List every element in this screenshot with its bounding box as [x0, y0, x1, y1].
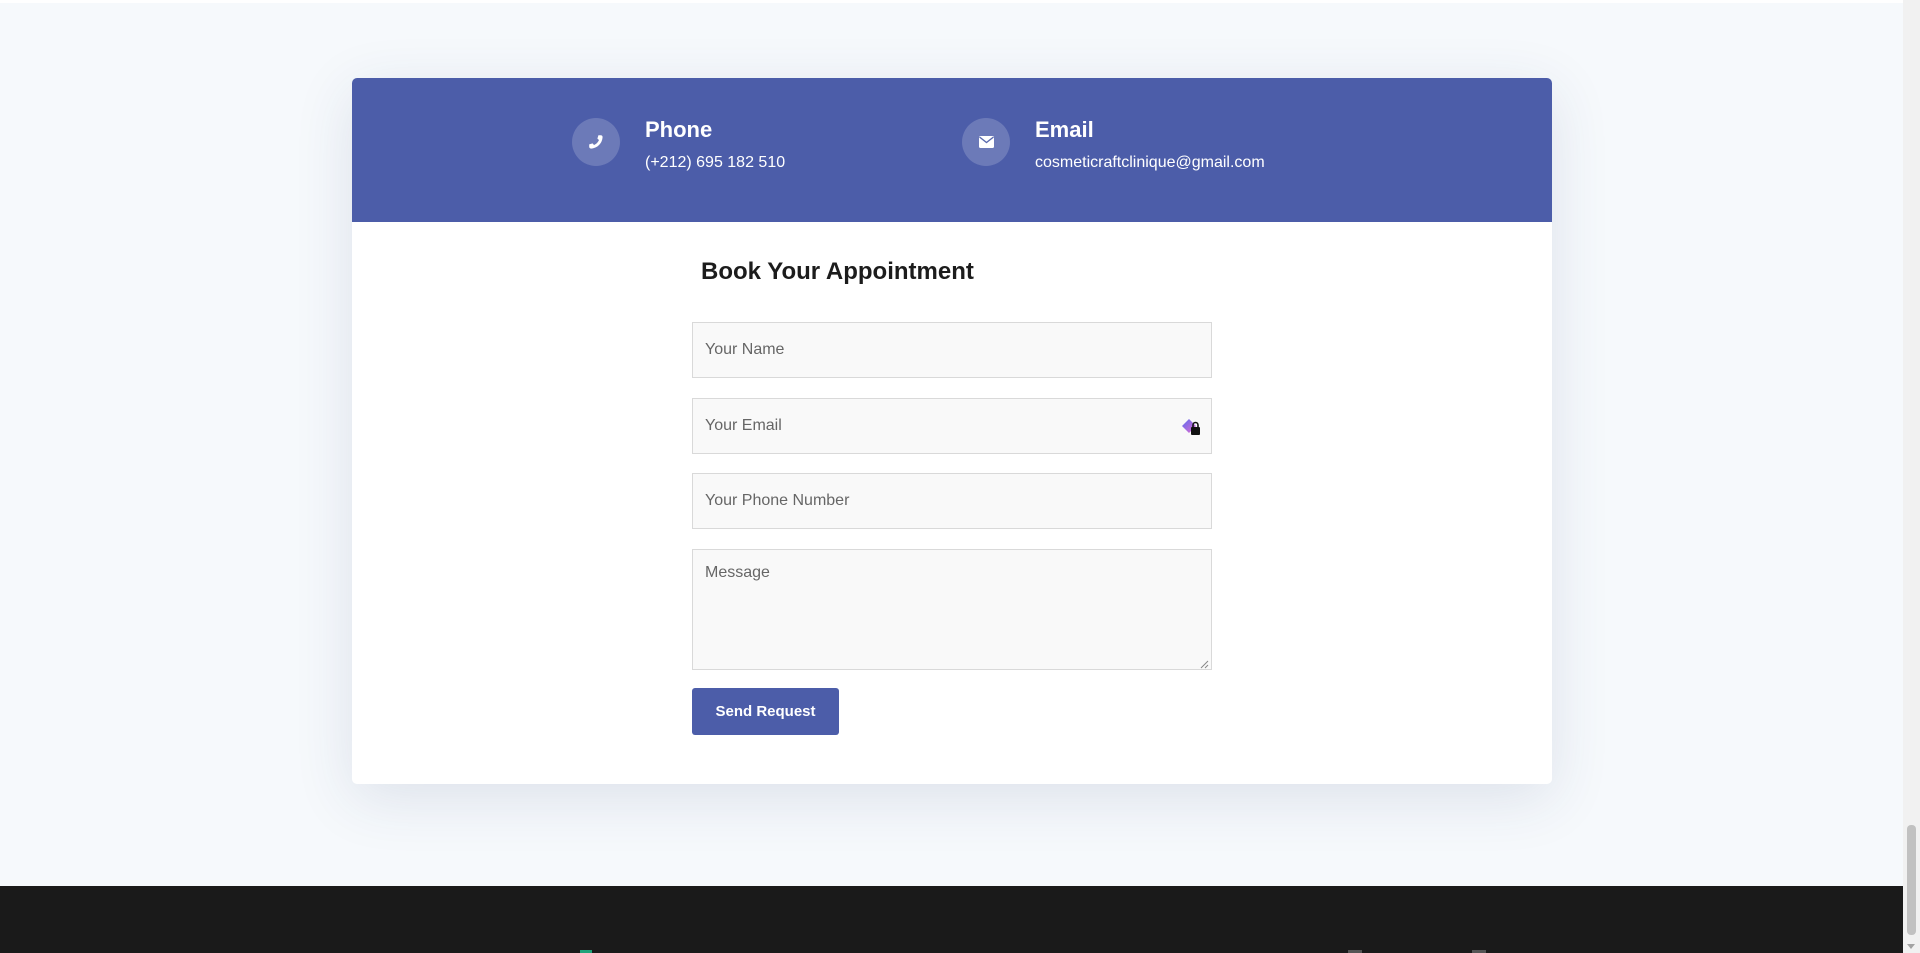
contact-email: Email cosmeticraftclinique@gmail.com: [962, 117, 1265, 173]
footer: [0, 886, 1903, 953]
contact-card: Phone (+212) 695 182 510 Email cosmeticr…: [352, 78, 1552, 784]
email-address[interactable]: cosmeticraftclinique@gmail.com: [1035, 153, 1265, 173]
resize-grip-icon[interactable]: [1199, 656, 1209, 669]
envelope-icon: [962, 118, 1010, 166]
message-textarea[interactable]: [692, 549, 1212, 670]
contact-phone: Phone (+212) 695 182 510: [572, 117, 785, 173]
phone-input[interactable]: [692, 473, 1212, 529]
phone-number[interactable]: (+212) 695 182 510: [645, 153, 785, 173]
send-request-button[interactable]: Send Request: [692, 688, 839, 735]
form-title: Book Your Appointment: [701, 258, 974, 285]
scroll-down-arrow-icon[interactable]: [1907, 944, 1915, 949]
top-strip: [0, 0, 1903, 3]
contact-info-band: Phone (+212) 695 182 510 Email cosmeticr…: [352, 78, 1552, 222]
email-input[interactable]: [692, 398, 1212, 454]
name-input[interactable]: [692, 322, 1212, 378]
email-title: Email: [1035, 117, 1094, 142]
phone-title: Phone: [645, 117, 713, 142]
page-scrollbar[interactable]: [1903, 0, 1920, 953]
phone-icon: [572, 118, 620, 166]
page: Phone (+212) 695 182 510 Email cosmeticr…: [0, 0, 1903, 953]
scrollbar-thumb[interactable]: [1907, 825, 1916, 935]
password-manager-icon[interactable]: [1179, 414, 1205, 440]
